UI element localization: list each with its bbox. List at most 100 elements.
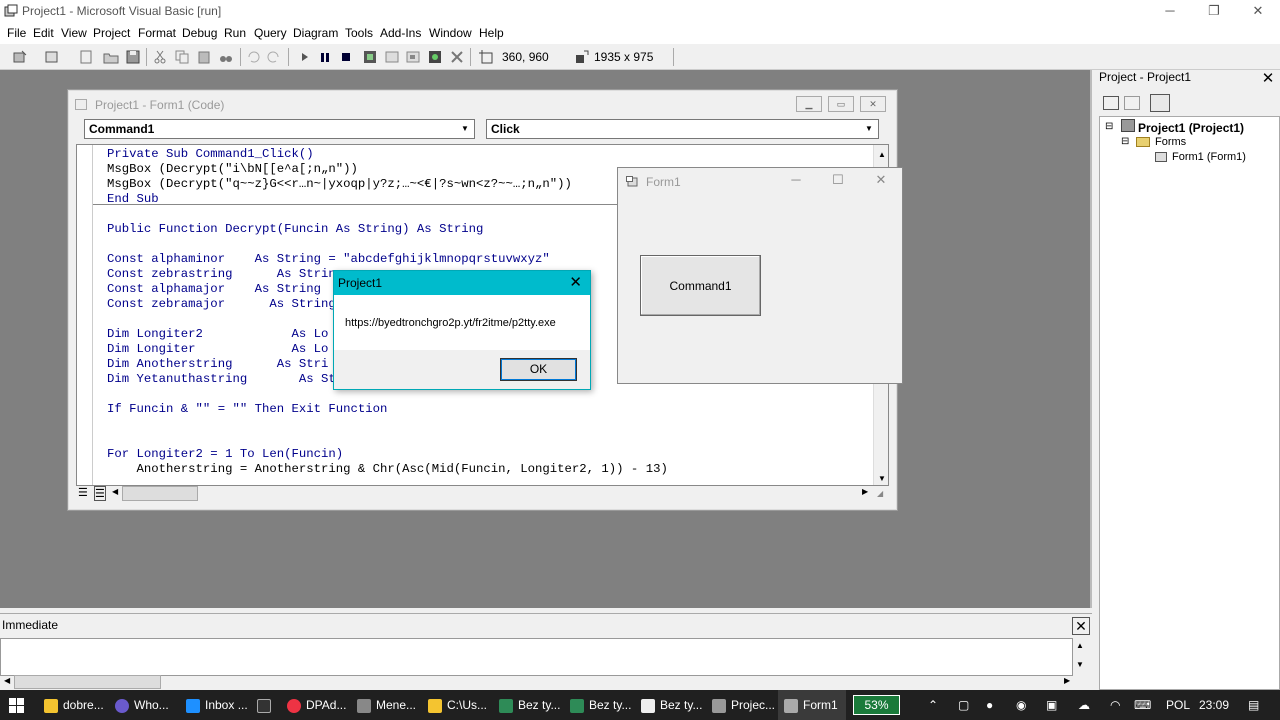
taskbar-item[interactable]: C:\Us... [428,690,487,720]
taskbar-item[interactable]: Bez ty... [641,690,702,720]
copy-icon[interactable] [174,49,190,65]
minimize-button[interactable]: ─ [1148,0,1192,22]
scroll-thumb[interactable] [14,675,161,689]
battery-meter[interactable]: 53% [853,695,900,715]
restore-button[interactable]: ❐ [1192,0,1236,22]
form1-maximize-button[interactable]: ☐ [826,172,850,188]
menu-edit[interactable]: Edit [33,26,54,40]
tree-forms-folder[interactable]: Forms [1155,136,1186,148]
taskbar-item[interactable]: Bez ty... [499,690,560,720]
toolbox-icon[interactable] [449,49,465,65]
keyboard-icon[interactable]: ⌨ [1134,690,1151,720]
taskbar-item[interactable] [257,690,273,720]
menu-addins[interactable]: Add-Ins [380,26,421,40]
start-icon[interactable] [297,49,313,65]
form1-minimize-button[interactable]: ─ [784,172,808,187]
taskbar-item[interactable]: Inbox ... [186,690,248,720]
chevron-down-icon[interactable]: ▼ [862,122,876,136]
paste-icon[interactable] [196,49,212,65]
code-close-button[interactable]: ✕ [860,96,886,112]
form1-close-button[interactable]: ✕ [869,172,893,188]
tray-app-icon[interactable]: ▢ [958,690,969,720]
close-icon[interactable]: ✕ [1072,617,1090,635]
full-module-view-icon[interactable]: ☰ [94,486,106,501]
open-project-icon[interactable] [103,49,119,65]
language-indicator[interactable]: POL [1166,690,1190,720]
scroll-down-icon[interactable]: ▼ [876,473,888,485]
resize-grip-icon[interactable]: ◢ [877,489,883,498]
tree-form1-item[interactable]: Form1 (Form1) [1172,151,1246,163]
code-maximize-button[interactable]: ▭ [828,96,854,112]
taskbar-item[interactable]: Mene... [357,690,416,720]
wifi-icon[interactable]: ◠ [1110,690,1120,720]
end-icon[interactable] [338,49,354,65]
scroll-up-icon[interactable]: ▲ [876,149,888,161]
menu-view[interactable]: View [61,26,87,40]
notifications-icon[interactable]: ▤ [1248,690,1259,720]
taskbar-item[interactable]: Who... [115,690,169,720]
menu-diagram[interactable]: Diagram [293,26,338,40]
clock[interactable]: 23:09 [1199,690,1229,720]
object-browser-icon[interactable] [427,49,443,65]
command1-button[interactable]: Command1 [640,255,761,316]
steam-icon[interactable]: ● [986,690,993,720]
menu-window[interactable]: Window [429,26,472,40]
procedure-view-icon[interactable]: ☰ [78,486,88,499]
menu-query[interactable]: Query [254,26,287,40]
taskbar-item[interactable]: dobre... [44,690,104,720]
scroll-right-icon[interactable]: ▶ [1064,676,1070,685]
object-combo[interactable]: Command1 ▼ [84,119,475,139]
tray-app-icon[interactable]: ▣ [1046,690,1057,720]
break-icon[interactable] [317,49,333,65]
add-project-icon[interactable] [12,49,28,65]
properties-window-icon[interactable] [384,49,400,65]
cut-icon[interactable] [152,49,168,65]
scroll-down-icon[interactable]: ▼ [1076,660,1084,669]
project-tree[interactable]: ⊟ Project1 (Project1) ⊟ Forms Form1 (For… [1099,116,1280,690]
menu-run[interactable]: Run [224,26,246,40]
menu-project[interactable]: Project [93,26,130,40]
menu-debug[interactable]: Debug [182,26,217,40]
expand-icon[interactable]: ⊟ [1105,121,1113,132]
taskbar-item[interactable]: Projec... [712,690,775,720]
undo-icon[interactable] [245,49,261,65]
menu-help[interactable]: Help [479,26,504,40]
tray-app-icon[interactable]: ◉ [1016,690,1026,720]
menu-editor-icon[interactable] [78,49,94,65]
project-explorer-icon[interactable] [362,49,378,65]
menu-file[interactable]: File [7,26,26,40]
code-horizontal-scrollbar[interactable]: ☰ ☰ ◀ ▶ ◢ [76,486,889,502]
form-layout-icon[interactable] [405,49,421,65]
cloud-icon[interactable]: ☁ [1078,690,1090,720]
redo-icon[interactable] [266,49,282,65]
code-minimize-button[interactable]: ▁ [796,96,822,112]
taskbar-item[interactable]: Bez ty... [570,690,631,720]
chevron-down-icon[interactable]: ▼ [458,122,472,136]
find-icon[interactable] [218,49,234,65]
menu-tools[interactable]: Tools [345,26,373,40]
save-icon[interactable] [125,49,141,65]
toggle-folders-icon[interactable] [1150,94,1170,112]
ok-button[interactable]: OK [500,358,577,381]
close-button[interactable]: ✕ [1236,0,1280,22]
scroll-left-icon[interactable]: ◀ [4,676,10,685]
tree-project-root[interactable]: Project1 (Project1) [1138,121,1244,135]
procedure-combo[interactable]: Click ▼ [486,119,879,139]
taskbar-item[interactable]: DPAd... [287,690,346,720]
view-code-icon[interactable] [1103,96,1119,110]
form-icon [626,176,638,187]
windows-start-icon[interactable] [9,698,24,713]
close-icon[interactable]: ✕ [569,273,582,291]
expand-icon[interactable]: ⊟ [1121,136,1129,147]
taskbar-item-active[interactable]: Form1 [778,690,846,720]
menu-format[interactable]: Format [138,26,176,40]
scroll-left-icon[interactable]: ◀ [112,487,118,496]
immediate-input[interactable] [0,638,1073,676]
scroll-up-icon[interactable]: ▲ [1076,641,1084,650]
scroll-right-icon[interactable]: ▶ [862,487,868,496]
view-object-icon[interactable] [1124,96,1140,110]
close-icon[interactable]: ✕ [1259,70,1277,88]
chevron-up-icon[interactable]: ⌃ [928,690,938,720]
scroll-thumb[interactable] [122,486,198,501]
add-form-icon[interactable] [44,49,60,65]
